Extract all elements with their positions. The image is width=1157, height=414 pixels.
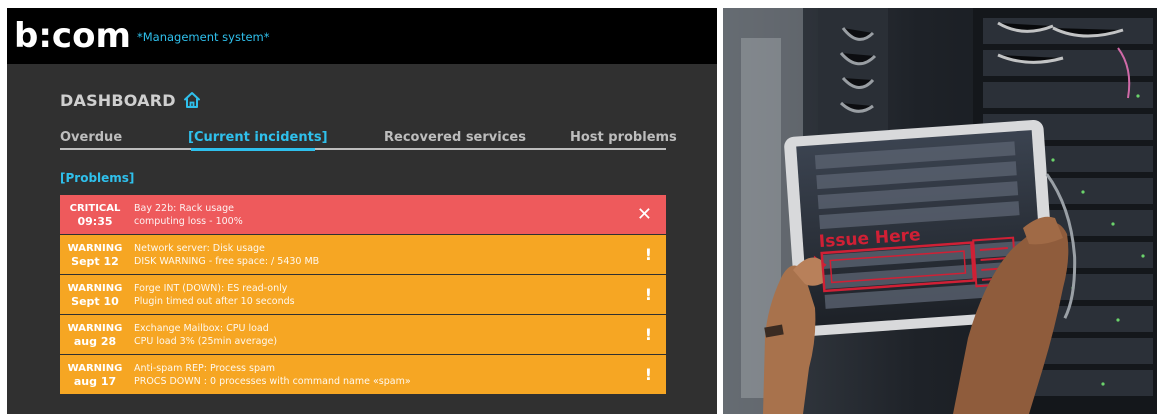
tab-host-problems[interactable]: Host problems: [570, 130, 677, 145]
severity-label: WARNING: [67, 322, 123, 334]
server-room-photo: Issue Here: [723, 8, 1157, 414]
incident-detail: CPU load 3% (25min average): [134, 335, 278, 347]
severity-label: WARNING: [67, 362, 123, 374]
alert-icon[interactable]: !: [645, 235, 652, 274]
alert-icon[interactable]: !: [645, 275, 652, 314]
incident-detail: computing loss - 100%: [134, 215, 243, 227]
incident-title: Bay 22b: Rack usage: [134, 202, 234, 214]
incident-row[interactable]: CRITICAL 09:35 Bay 22b: Rack usage compu…: [60, 195, 666, 234]
incident-list: CRITICAL 09:35 Bay 22b: Rack usage compu…: [60, 195, 666, 395]
incident-description: Exchange Mailbox: CPU load CPU load 3% (…: [134, 322, 277, 348]
tab-overdue[interactable]: Overdue: [60, 130, 122, 145]
incident-time: Sept 10: [71, 294, 119, 308]
incident-row[interactable]: WARNING aug 17 Anti-spam REP: Process sp…: [60, 355, 666, 394]
incident-row[interactable]: WARNING aug 28 Exchange Mailbox: CPU loa…: [60, 315, 666, 354]
incident-title: Anti-spam REP: Process spam: [134, 362, 276, 374]
incident-description: Network server: Disk usage DISK WARNING …: [134, 242, 319, 268]
incident-description: Bay 22b: Rack usage computing loss - 100…: [134, 202, 243, 228]
alert-icon[interactable]: !: [645, 315, 652, 354]
logo[interactable]: b:com: [14, 18, 131, 54]
home-icon[interactable]: [182, 90, 202, 110]
incident-description: Forge INT (DOWN): ES read-only Plugin ti…: [134, 282, 295, 308]
page-title: DASHBOARD: [60, 90, 176, 110]
incident-level: WARNING Sept 12: [60, 242, 130, 268]
incident-description: Anti-spam REP: Process spam PROCS DOWN :…: [134, 362, 411, 388]
incident-title: Network server: Disk usage: [134, 242, 265, 254]
incident-row[interactable]: WARNING Sept 12 Network server: Disk usa…: [60, 235, 666, 274]
incident-time: aug 17: [73, 374, 117, 388]
incident-detail: Plugin timed out after 10 seconds: [134, 295, 295, 307]
top-bar: b:com *Management system*: [7, 8, 717, 64]
section-label-problems: [Problems]: [60, 171, 135, 185]
incident-time: Sept 12: [71, 254, 119, 268]
management-ui-panel: b:com *Management system* DASHBOARD Over…: [7, 8, 717, 414]
logo-text: b:com: [14, 16, 131, 56]
incident-level: WARNING aug 28: [60, 322, 130, 348]
incident-level: CRITICAL 09:35: [60, 202, 130, 228]
tab-recovered-services[interactable]: Recovered services: [384, 130, 526, 145]
severity-label: CRITICAL: [69, 202, 121, 214]
active-tab-indicator: [191, 148, 315, 151]
rack-middle: [818, 8, 888, 138]
app-subtitle: *Management system*: [137, 30, 270, 44]
incident-level: WARNING Sept 10: [60, 282, 130, 308]
close-icon[interactable]: ✕: [637, 195, 652, 234]
incident-time: 09:35: [77, 214, 113, 228]
tab-bar: Overdue [Current incidents] Recovered se…: [60, 128, 677, 151]
incident-title: Forge INT (DOWN): ES read-only: [134, 282, 288, 294]
incident-row[interactable]: WARNING Sept 10 Forge INT (DOWN): ES rea…: [60, 275, 666, 314]
severity-label: WARNING: [67, 242, 123, 254]
incident-time: aug 28: [73, 334, 117, 348]
incident-level: WARNING aug 17: [60, 362, 130, 388]
incident-detail: DISK WARNING - free space: / 5430 MB: [134, 255, 320, 267]
alert-icon[interactable]: !: [645, 355, 652, 394]
incident-title: Exchange Mailbox: CPU load: [134, 322, 269, 334]
incident-detail: PROCS DOWN : 0 processes with command na…: [134, 375, 411, 387]
tab-current-incidents[interactable]: [Current incidents]: [188, 130, 328, 145]
dashboard-header: DASHBOARD: [60, 90, 202, 110]
server-room-illustration: Issue Here: [723, 8, 1157, 414]
severity-label: WARNING: [67, 282, 123, 294]
